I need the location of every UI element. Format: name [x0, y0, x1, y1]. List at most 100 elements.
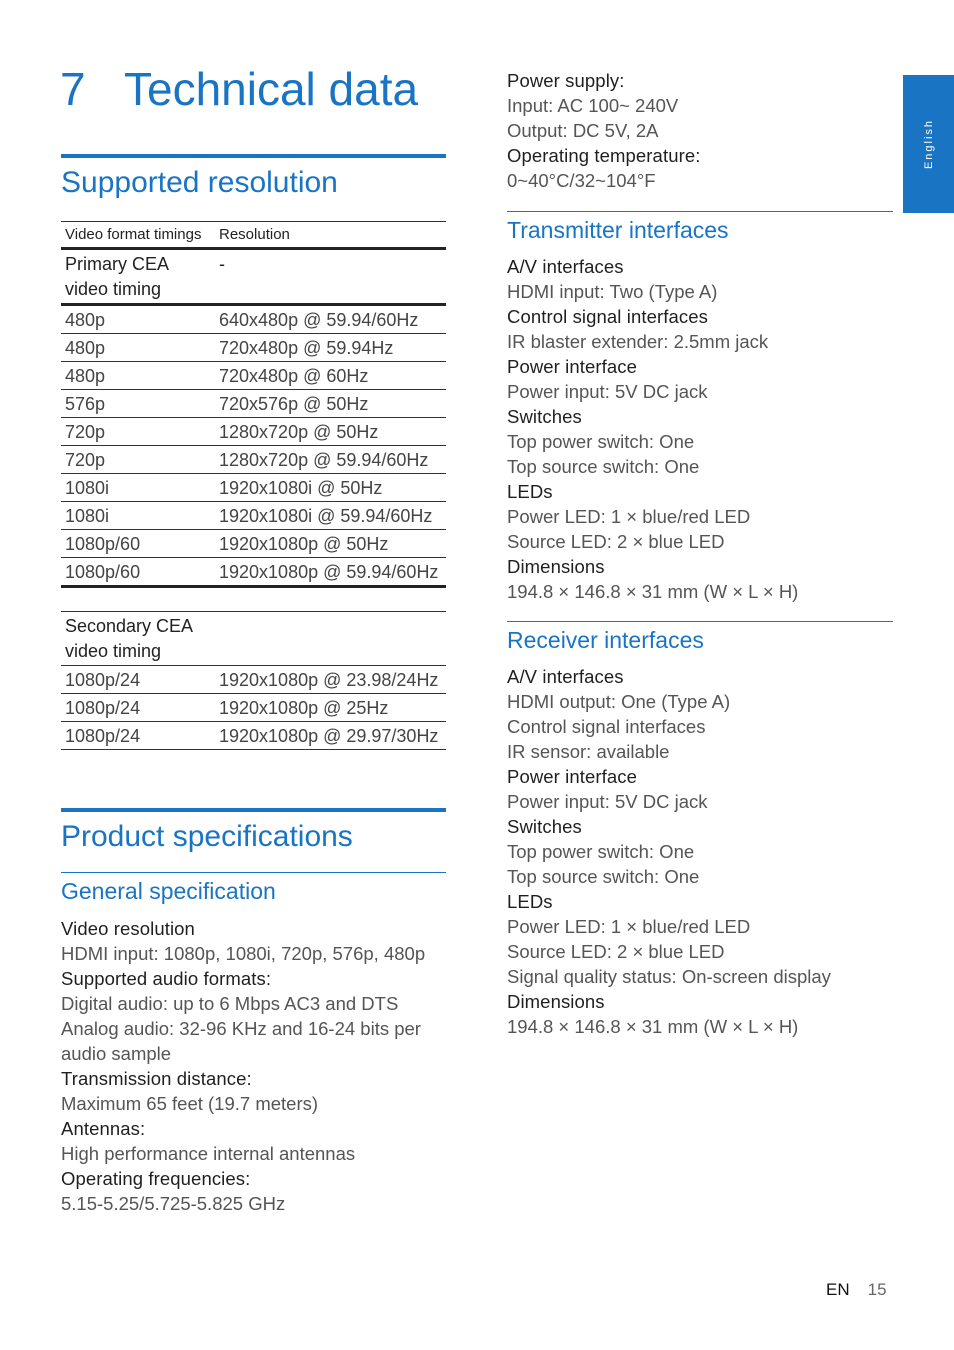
- spec-label: Supported audio formats:: [61, 968, 272, 989]
- spec-value: 194.8 × 146.8 × 31 mm (W × L × H): [507, 581, 799, 602]
- table-row: 1080p/24 1920x1080p @ 23.98/24Hz: [61, 665, 446, 694]
- subheading-rule: [507, 211, 893, 212]
- spec-value: IR blaster extender: 2.5mm jack: [507, 331, 769, 352]
- resolution-cell: 720x576p @ 50Hz: [215, 389, 446, 418]
- table-row: 480p 720x480p @ 60Hz: [61, 361, 446, 390]
- spec-value: Power input: 5V DC jack: [507, 791, 708, 812]
- resolution-table-primary: Video format timings Resolution Primary …: [61, 221, 446, 588]
- spec-value: 5.15-5.25/5.725-5.825 GHz: [61, 1193, 286, 1214]
- subheading-rule: [61, 872, 446, 873]
- spec-value: Power input: 5V DC jack: [507, 381, 708, 402]
- video-format-cell: 1080i: [61, 501, 215, 530]
- resolution-cell: 1920x1080i @ 50Hz: [215, 473, 446, 502]
- resolution-cell: 1280x720p @ 50Hz: [215, 417, 446, 446]
- table-row: 576p 720x576p @ 50Hz: [61, 389, 446, 418]
- table-header-video-format: Video format timings: [61, 221, 215, 250]
- spec-label: Dimensions: [507, 556, 605, 577]
- spec-label: A/V interfaces: [507, 256, 624, 277]
- transmitter-spec-list: A/V interfaces HDMI input: Two (Type A) Co…: [507, 254, 893, 604]
- spec-label: Control signal interfaces: [507, 306, 708, 327]
- general-specification-heading: General specification: [61, 878, 276, 904]
- video-format-cell: 1080p/24: [61, 665, 215, 694]
- spec-value: Maximum 65 feet (19.7 meters): [61, 1093, 319, 1114]
- spec-label: Dimensions: [507, 991, 605, 1012]
- spec-label: LEDs: [507, 891, 553, 912]
- table-row: 720p 1280x720p @ 59.94/60Hz: [61, 445, 446, 474]
- video-format-cell: 480p: [61, 333, 215, 362]
- spec-label: Operating frequencies:: [61, 1168, 251, 1189]
- chapter-title: 7 Technical data: [60, 62, 418, 116]
- general-spec-list: Video resolution HDMI input: 1080p, 1080i…: [61, 916, 446, 1216]
- spec-value: Signal quality status: On-screen display: [507, 966, 831, 987]
- subheading-rule: [507, 621, 893, 622]
- secondary-cea-label: Secondary CEA video timing: [61, 611, 215, 666]
- primary-cea-value: -: [215, 248, 446, 306]
- table-header-row: Video format timings Resolution: [61, 221, 446, 250]
- page-footer: EN 15: [826, 1280, 887, 1300]
- spec-label: Video resolution: [61, 918, 195, 939]
- resolution-cell: 720x480p @ 59.94Hz: [215, 333, 446, 362]
- primary-cea-label: Primary CEA video timing: [61, 248, 215, 306]
- video-format-cell: 1080p/24: [61, 693, 215, 722]
- spec-value: Source LED: 2 × blue LED: [507, 531, 725, 552]
- video-format-cell: 1080p/60: [61, 529, 215, 558]
- table-section-row: Primary CEA video timing -: [61, 248, 446, 306]
- spec-label: Power supply:: [507, 70, 625, 91]
- table-row: 1080p/24 1920x1080p @ 25Hz: [61, 693, 446, 722]
- spec-label: LEDs: [507, 481, 553, 502]
- spec-value: IR sensor: available: [507, 741, 670, 762]
- secondary-cea-value: [215, 611, 446, 666]
- spec-value: Input: AC 100~ 240V: [507, 95, 679, 116]
- left-column: Supported resolution Video format timing…: [61, 154, 446, 1216]
- supported-resolution-heading: Supported resolution: [61, 166, 338, 199]
- spec-label: Transmission distance:: [61, 1068, 252, 1089]
- video-format-cell: 576p: [61, 389, 215, 418]
- heading-rule: [61, 808, 446, 812]
- spec-value: Top source switch: One: [507, 866, 700, 887]
- video-format-cell: 1080i: [61, 473, 215, 502]
- spec-value: Top source switch: One: [507, 456, 700, 477]
- table-row: 1080p/60 1920x1080p @ 50Hz: [61, 529, 446, 558]
- table-row: 720p 1280x720p @ 50Hz: [61, 417, 446, 446]
- table-header-resolution: Resolution: [215, 221, 446, 250]
- spec-label: Operating temperature:: [507, 145, 701, 166]
- spec-value: Control signal interfaces: [507, 716, 706, 737]
- resolution-table-secondary: Secondary CEA video timing 1080p/24 1920x…: [61, 611, 446, 750]
- language-side-tab: English: [903, 75, 954, 213]
- spec-value: 194.8 × 146.8 × 31 mm (W × L × H): [507, 1016, 799, 1037]
- receiver-interfaces-heading: Receiver interfaces: [507, 627, 704, 653]
- spec-value: Analog audio: 32-96 KHz and 16-24 bits p…: [61, 1018, 421, 1064]
- product-specifications-heading: Product specifications: [61, 820, 353, 853]
- spec-value: Output: DC 5V, 2A: [507, 120, 659, 141]
- footer-language: EN: [826, 1280, 850, 1299]
- video-format-cell: 1080p/60: [61, 557, 215, 588]
- resolution-cell: 640x480p @ 59.94/60Hz: [215, 304, 446, 334]
- spec-value: HDMI input: 1080p, 1080i, 720p, 576p, 48…: [61, 943, 426, 964]
- spec-label: Antennas:: [61, 1118, 146, 1139]
- spec-value: HDMI input: Two (Type A): [507, 281, 718, 302]
- spec-value: Source LED: 2 × blue LED: [507, 941, 725, 962]
- resolution-cell: 1920x1080p @ 25Hz: [215, 693, 446, 722]
- video-format-cell: 480p: [61, 361, 215, 390]
- resolution-cell: 1920x1080p @ 23.98/24Hz: [215, 665, 446, 694]
- table-row: 1080i 1920x1080i @ 59.94/60Hz: [61, 501, 446, 530]
- spec-value: Top power switch: One: [507, 841, 695, 862]
- spec-value: Top power switch: One: [507, 431, 695, 452]
- resolution-cell: 1920x1080p @ 59.94/60Hz: [215, 557, 446, 588]
- spec-label: Power interface: [507, 766, 638, 787]
- table-section-row: Secondary CEA video timing: [61, 611, 446, 666]
- right-column: Power supply: Input: AC 100~ 240V Output: …: [507, 68, 893, 1039]
- heading-rule: [61, 154, 446, 158]
- spec-value: Power LED: 1 × blue/red LED: [507, 916, 751, 937]
- spec-value: 0~40°C/32~104°F: [507, 170, 656, 191]
- page-number: 15: [867, 1280, 887, 1299]
- video-format-cell: 1080p/24: [61, 721, 215, 750]
- video-format-cell: 480p: [61, 304, 215, 334]
- spec-label: Power interface: [507, 356, 638, 377]
- spec-value: Power LED: 1 × blue/red LED: [507, 506, 751, 527]
- spec-label: A/V interfaces: [507, 666, 624, 687]
- spec-value: Digital audio: up to 6 Mbps AC3 and DTS: [61, 993, 399, 1014]
- resolution-cell: 1280x720p @ 59.94/60Hz: [215, 445, 446, 474]
- resolution-cell: 1920x1080p @ 29.97/30Hz: [215, 721, 446, 750]
- spec-value: High performance internal antennas: [61, 1143, 356, 1164]
